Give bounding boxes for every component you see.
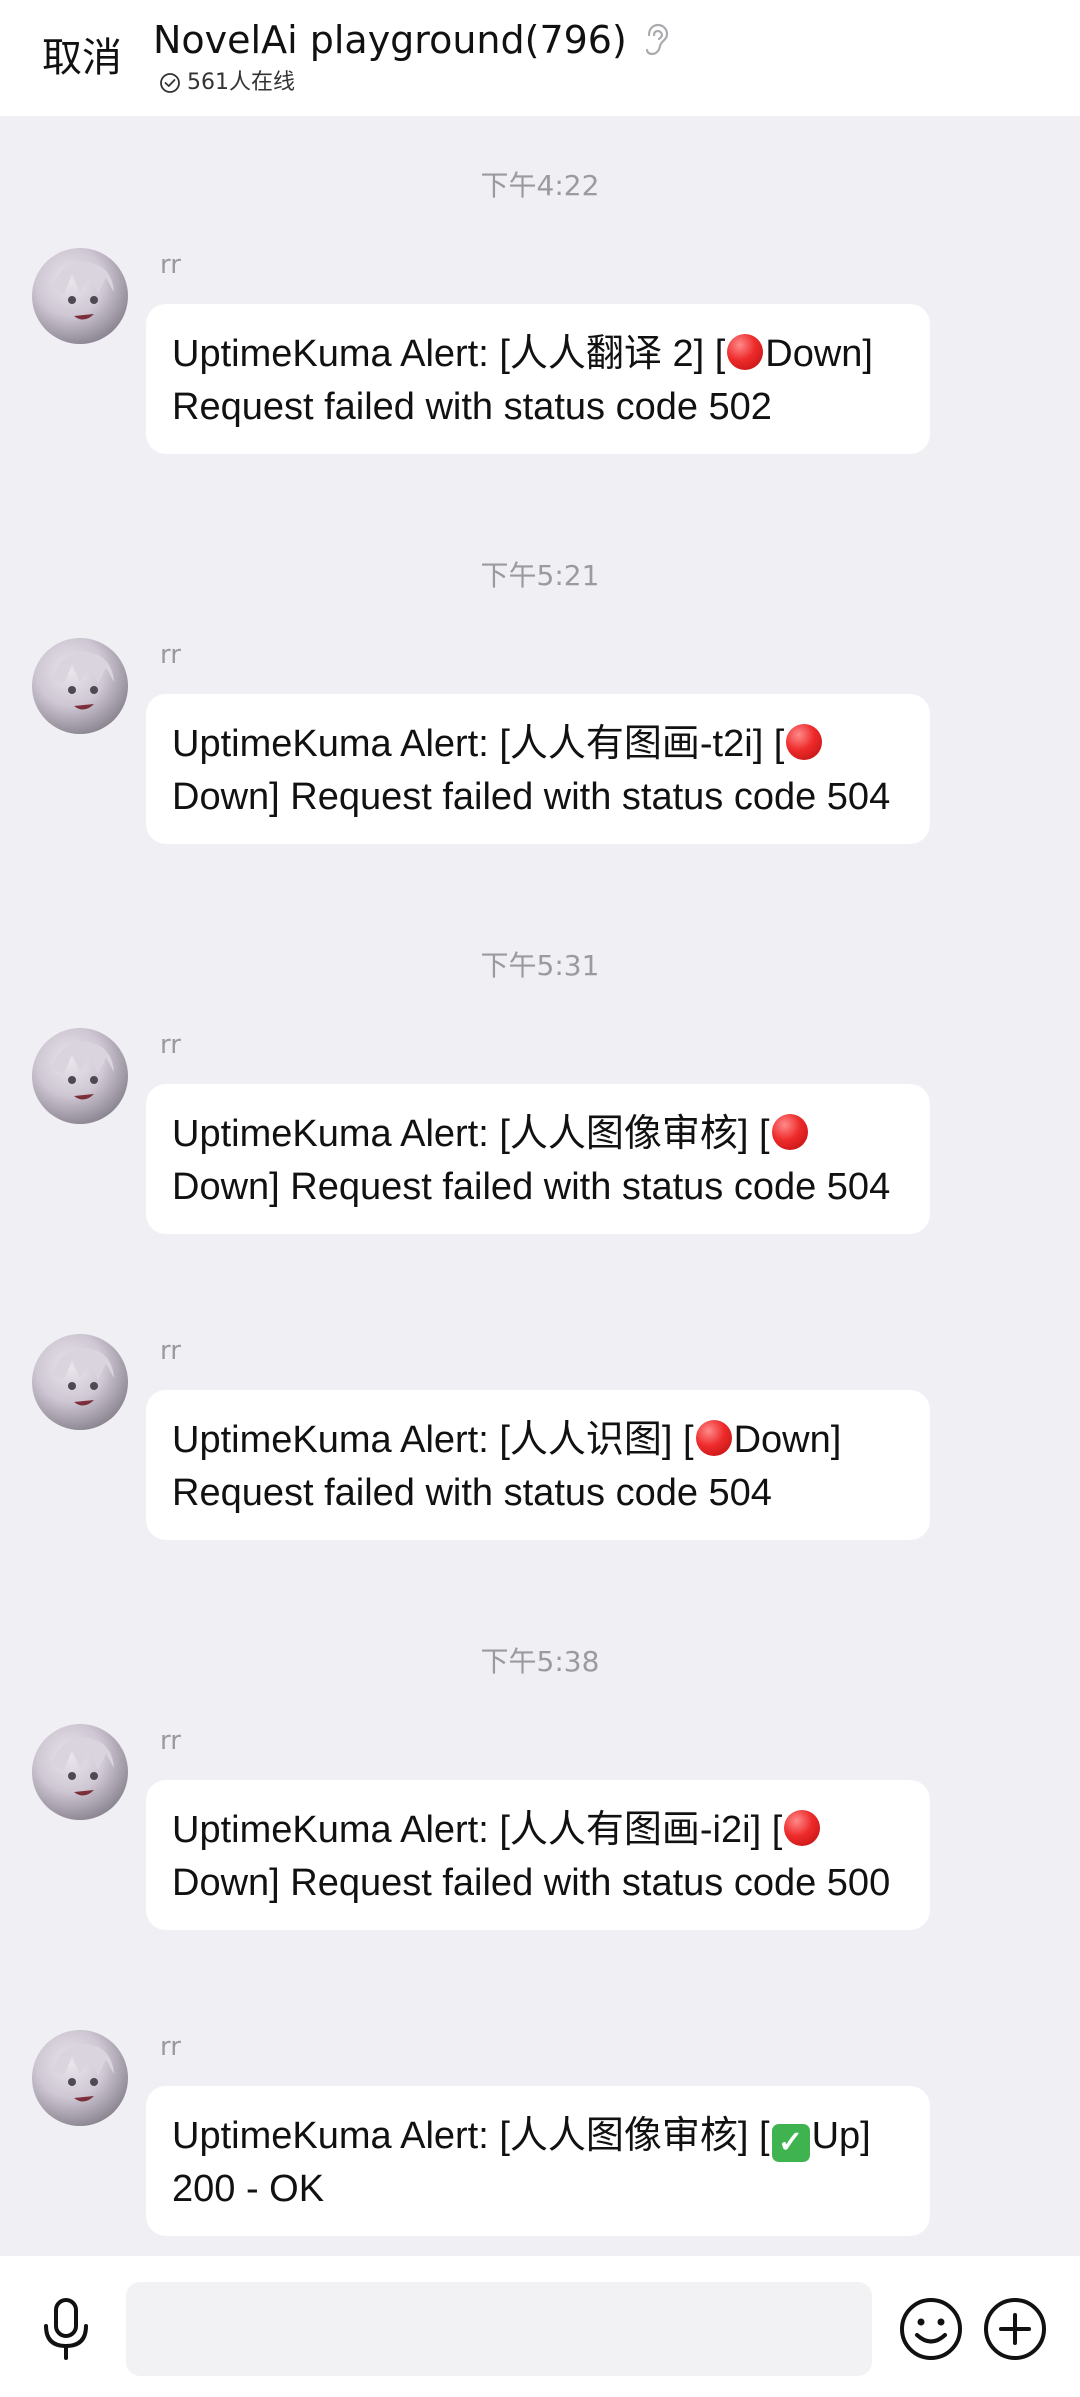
message-text-start: UptimeKuma Alert: [人人图像审核] [	[172, 2115, 770, 2157]
timestamp: 下午5:31	[480, 949, 600, 982]
group-title-area[interactable]: NovelAi playground(796) 561人在线	[153, 14, 671, 98]
message-input[interactable]	[126, 2282, 872, 2376]
timestamp: 下午5:21	[480, 559, 600, 592]
red-circle-icon	[786, 724, 823, 760]
message-bubble[interactable]: UptimeKuma Alert: [人人图像审核] [ Down] Reques…	[146, 1084, 930, 1234]
message-text-end: Down] Request failed with status code 50…	[172, 1862, 891, 1904]
avatar[interactable]	[32, 1334, 128, 1430]
avatar[interactable]	[32, 248, 128, 344]
message-text-start: UptimeKuma Alert: [人人识图] [	[172, 1419, 694, 1461]
avatar[interactable]	[32, 638, 128, 734]
cancel-button[interactable]: 取消	[42, 30, 122, 86]
microphone-icon[interactable]	[36, 2294, 96, 2364]
message-bubble[interactable]: UptimeKuma Alert: [人人有图画-i2i] [ Down] Req…	[146, 1780, 930, 1930]
plus-icon[interactable]	[982, 2296, 1048, 2362]
message-list[interactable]: 下午4:22 rr UptimeKuma Alert: [人人翻译 2] [Do…	[0, 116, 1080, 2256]
message-text-end: Down] Request failed with status code 50…	[172, 776, 891, 818]
message-bubble[interactable]: UptimeKuma Alert: [人人有图画-t2i] [ Down] Req…	[146, 694, 930, 844]
sender-name: rr	[160, 1336, 181, 1366]
avatar[interactable]	[32, 2030, 128, 2126]
avatar[interactable]	[32, 1028, 128, 1124]
message-text-start: UptimeKuma Alert: [人人有图画-t2i] [	[172, 723, 785, 765]
timestamp: 下午4:22	[480, 169, 600, 202]
message-text-start: UptimeKuma Alert: [人人翻译 2] [	[172, 333, 726, 375]
sender-name: rr	[160, 1030, 181, 1060]
chat-header: 取消 NovelAi playground(796) 561人在线	[0, 0, 1080, 116]
earpiece-mode-icon[interactable]	[641, 21, 671, 59]
online-status-icon	[160, 73, 180, 93]
red-circle-icon	[727, 334, 764, 370]
message-text-end: Down] Request failed with status code 50…	[172, 1166, 891, 1208]
message-text-start: UptimeKuma Alert: [人人图像审核] [	[172, 1113, 770, 1155]
sender-name: rr	[160, 1726, 181, 1756]
input-bar	[0, 2256, 1080, 2397]
message-bubble[interactable]: UptimeKuma Alert: [人人识图] [Down] Request …	[146, 1390, 930, 1540]
message-bubble[interactable]: UptimeKuma Alert: [人人图像审核] [✓ Up] 200 - O…	[146, 2086, 930, 2236]
message-text-start: UptimeKuma Alert: [人人有图画-i2i] [	[172, 1809, 783, 1851]
group-title: NovelAi playground(796)	[153, 18, 627, 62]
red-circle-icon	[784, 1810, 821, 1846]
sender-name: rr	[160, 2032, 181, 2062]
online-count: 561人在线	[187, 70, 295, 95]
check-mark-icon: ✓	[771, 2124, 810, 2162]
timestamp: 下午5:38	[480, 1645, 600, 1678]
emoji-icon[interactable]	[898, 2296, 964, 2362]
sender-name: rr	[160, 640, 181, 670]
message-bubble[interactable]: UptimeKuma Alert: [人人翻译 2] [Down] Reques…	[146, 304, 930, 454]
red-circle-icon	[771, 1114, 808, 1150]
avatar[interactable]	[32, 1724, 128, 1820]
red-circle-icon	[695, 1420, 732, 1456]
sender-name: rr	[160, 250, 181, 280]
